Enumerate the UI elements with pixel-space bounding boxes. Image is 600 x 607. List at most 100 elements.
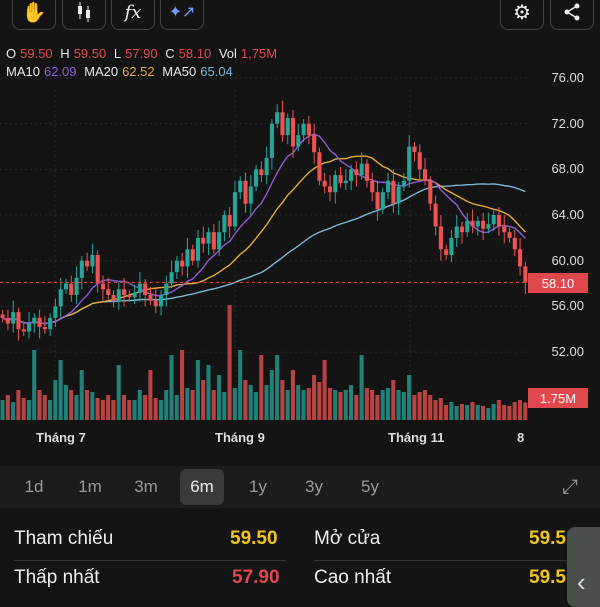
volume-bar bbox=[517, 400, 523, 420]
candle-body bbox=[32, 317, 37, 324]
tab-6m[interactable]: 6m bbox=[180, 469, 224, 505]
candle-body bbox=[481, 220, 486, 229]
candle-body bbox=[122, 289, 127, 295]
candle-body bbox=[217, 232, 222, 250]
candle-body bbox=[317, 152, 322, 181]
volume-bar bbox=[74, 395, 79, 420]
volume-bar bbox=[32, 350, 37, 420]
candle-body bbox=[275, 112, 280, 124]
volume-bar bbox=[454, 406, 459, 420]
volume-bar bbox=[465, 405, 470, 420]
volume-bar bbox=[232, 388, 237, 420]
expand-icon[interactable]: ⤢ bbox=[562, 476, 578, 499]
volume-bar bbox=[106, 395, 111, 420]
side-panel-handle[interactable]: ‹ bbox=[567, 527, 600, 607]
volume-bar bbox=[48, 400, 53, 420]
candle-body bbox=[164, 283, 169, 295]
tab-5y[interactable]: 5y bbox=[342, 469, 398, 505]
price-axis-label: 68.00 bbox=[551, 161, 584, 177]
candle-body bbox=[264, 157, 269, 176]
volume-bar bbox=[185, 388, 190, 420]
stat-label-high: Cao nhất bbox=[314, 567, 392, 588]
volume-bar bbox=[180, 350, 185, 420]
volume-bar bbox=[396, 390, 401, 420]
volume-bar bbox=[53, 380, 58, 420]
candle-body bbox=[232, 192, 237, 227]
price-axis-label: 56.00 bbox=[551, 298, 584, 314]
volume-bar bbox=[238, 350, 243, 420]
volume-bar bbox=[475, 405, 480, 420]
candle-body bbox=[148, 294, 153, 301]
candle-body bbox=[301, 123, 306, 136]
stat-label-open: Mở cửa bbox=[314, 528, 381, 549]
stat-value-high: 59.5 bbox=[529, 567, 566, 588]
tab-3m[interactable]: 3m bbox=[118, 469, 174, 505]
stat-value-low: 57.90 bbox=[232, 567, 280, 588]
tab-1y[interactable]: 1y bbox=[230, 469, 286, 505]
candle-body bbox=[496, 215, 501, 227]
volume-bar bbox=[507, 406, 512, 420]
candle-body bbox=[206, 232, 211, 244]
volume-bar bbox=[417, 392, 422, 420]
volume-bar bbox=[301, 390, 306, 420]
candle-body bbox=[354, 169, 359, 176]
candle-body bbox=[343, 180, 348, 184]
price-axis-label: 76.00 bbox=[551, 70, 584, 85]
x-label-sep: Tháng 9 bbox=[215, 430, 265, 445]
candle-body bbox=[470, 220, 475, 227]
candle-body bbox=[37, 317, 42, 327]
candle-body bbox=[79, 260, 84, 278]
volume-bar bbox=[401, 392, 406, 420]
candle-body bbox=[106, 289, 111, 295]
volume-bar bbox=[190, 390, 195, 420]
candle-body bbox=[380, 192, 385, 210]
stat-value-reference: 59.50 bbox=[230, 528, 278, 549]
volume-bar bbox=[169, 355, 174, 420]
tab-1m[interactable]: 1m bbox=[62, 469, 118, 505]
volume-bar bbox=[523, 402, 528, 420]
volume-bar bbox=[227, 305, 232, 420]
volume-bar bbox=[58, 360, 63, 420]
volume-bar bbox=[158, 400, 163, 420]
stat-label-reference: Tham chiếu bbox=[14, 528, 114, 549]
volume-bar bbox=[42, 395, 47, 420]
tab-1d[interactable]: 1d bbox=[6, 469, 62, 505]
volume-bar bbox=[312, 375, 317, 420]
ma20-line bbox=[2, 155, 526, 325]
volume-bar bbox=[306, 388, 311, 420]
volume-bar bbox=[444, 405, 449, 420]
candle-body bbox=[333, 175, 338, 193]
candle-body bbox=[296, 135, 301, 147]
candle-body bbox=[417, 152, 422, 170]
volume-bar bbox=[496, 400, 501, 420]
candle-body bbox=[85, 260, 90, 267]
price-chart[interactable] bbox=[0, 0, 600, 425]
tab-3y[interactable]: 3y bbox=[286, 469, 342, 505]
volume-bar bbox=[359, 355, 364, 420]
volume-bar bbox=[370, 390, 375, 420]
candle-body bbox=[53, 306, 58, 318]
candle-body bbox=[137, 283, 142, 293]
volume-bar bbox=[84, 390, 90, 420]
candle-body bbox=[306, 123, 311, 136]
volume-bar bbox=[491, 404, 496, 420]
volume-bar bbox=[449, 402, 454, 420]
candle-body bbox=[523, 266, 528, 283]
candle-body bbox=[512, 237, 517, 250]
candle-body bbox=[58, 289, 63, 307]
candle-body bbox=[338, 175, 343, 184]
candle-body bbox=[127, 294, 132, 298]
candle-body bbox=[143, 283, 148, 295]
period-tabs: 1d 1m 3m 6m 1y 3y 5y ⤢ bbox=[0, 466, 600, 508]
candle-body bbox=[433, 203, 438, 227]
volume-bar bbox=[69, 390, 74, 420]
volume-bar bbox=[253, 392, 259, 420]
volume-bar bbox=[391, 380, 396, 420]
candle-body bbox=[211, 232, 216, 250]
candle-body bbox=[0, 314, 5, 318]
candle-body bbox=[285, 117, 290, 136]
volume-bar bbox=[486, 408, 491, 420]
candle-body bbox=[42, 326, 47, 330]
candle-body bbox=[95, 255, 100, 284]
volume-bar bbox=[90, 392, 95, 420]
